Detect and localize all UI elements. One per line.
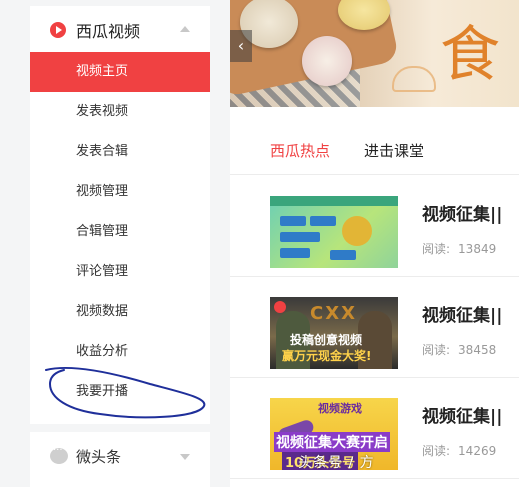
read-label: 阅读:: [422, 242, 451, 256]
article-meta: 阅读: 38458: [422, 341, 504, 358]
thumb-block: [280, 232, 320, 242]
thumb-text: 赢万元现金大奖!: [282, 349, 372, 363]
article-meta: 阅读: 13849: [422, 240, 504, 257]
banner-glyph: 食: [440, 20, 500, 90]
list-item[interactable]: CXX 投稿创意视频 赢万元现金大奖! 视频征集|| 阅读: 38458: [230, 277, 519, 378]
thumb-block: [280, 216, 306, 226]
sidebar-item-video-home[interactable]: 视频主页: [30, 52, 210, 92]
read-label: 阅读:: [422, 343, 451, 357]
read-label: 阅读:: [422, 444, 451, 458]
list-item[interactable]: 视频征集|| 阅读: 13849: [230, 176, 519, 277]
main-content: 食 ‹ 西瓜热点 进击课堂 视频征集|| 阅读: 13849 CXX 投稿创意视频: [230, 0, 519, 487]
article-meta: 阅读: 14269: [422, 442, 504, 459]
article-title[interactable]: 视频征集||: [422, 200, 502, 225]
chevron-up-icon[interactable]: [180, 26, 190, 32]
thumb-bar: [270, 196, 398, 206]
sidebar: 西瓜视频 视频主页 发表视频 发表合辑 视频管理 合辑管理 评论管理 视频数据 …: [30, 6, 210, 424]
sidebar-item-video-management[interactable]: 视频管理: [30, 172, 210, 212]
sidebar-item-publish-collection[interactable]: 发表合辑: [30, 132, 210, 172]
thumb-block: [280, 248, 310, 258]
thumb-badge: [274, 301, 286, 313]
watermark: 头条号 / 方: [298, 455, 375, 471]
article-thumbnail[interactable]: CXX 投稿创意视频 赢万元现金大奖!: [270, 297, 398, 369]
tab-advance-class[interactable]: 进击课堂: [364, 140, 424, 161]
read-count: 14269: [458, 444, 497, 458]
tab-bar: 西瓜热点 进击课堂: [230, 122, 519, 175]
section2-title: 微头条: [76, 448, 122, 466]
sidebar-item-revenue-analysis[interactable]: 收益分析: [30, 332, 210, 372]
thumb-text: 视频征集大赛开启: [274, 432, 390, 452]
xigua-section-header[interactable]: 西瓜视频: [30, 6, 210, 52]
sidebar-item-go-live[interactable]: 我要开播: [30, 372, 210, 412]
thumb-block: [330, 250, 356, 260]
thumb-badge: [342, 216, 372, 246]
chevron-left-icon[interactable]: ‹: [230, 30, 252, 62]
sidebar-item-publish-video[interactable]: 发表视频: [30, 92, 210, 132]
thumb-text: 投稿创意视频: [290, 333, 363, 347]
article-title[interactable]: 视频征集||: [422, 301, 502, 326]
section-title: 西瓜视频: [76, 22, 141, 41]
article-thumbnail[interactable]: [270, 196, 398, 268]
mooncake-image: [302, 36, 352, 86]
sidebar-item-video-data[interactable]: 视频数据: [30, 292, 210, 332]
thumb-logo: CXX: [310, 303, 357, 324]
cloud-decoration: [392, 66, 436, 92]
banner-carousel[interactable]: 食 ‹: [230, 0, 519, 107]
thumb-text: 视频游戏: [318, 402, 362, 415]
sidebar-item-collection-management[interactable]: 合辑管理: [30, 212, 210, 252]
article-title[interactable]: 视频征集||: [422, 402, 502, 427]
read-count: 13849: [458, 242, 497, 256]
play-icon: [50, 22, 66, 38]
thumb-block: [310, 216, 336, 226]
tab-xigua-hot[interactable]: 西瓜热点: [270, 140, 330, 161]
sidebar-menu: 视频主页 发表视频 发表合辑 视频管理 合辑管理 评论管理 视频数据 收益分析 …: [30, 52, 210, 412]
chevron-down-icon[interactable]: [180, 454, 190, 460]
chat-bubble-icon: [50, 445, 68, 464]
weitoutiao-section[interactable]: 微头条: [30, 432, 210, 487]
sidebar-item-comment-management[interactable]: 评论管理: [30, 252, 210, 292]
read-count: 38458: [458, 343, 497, 357]
